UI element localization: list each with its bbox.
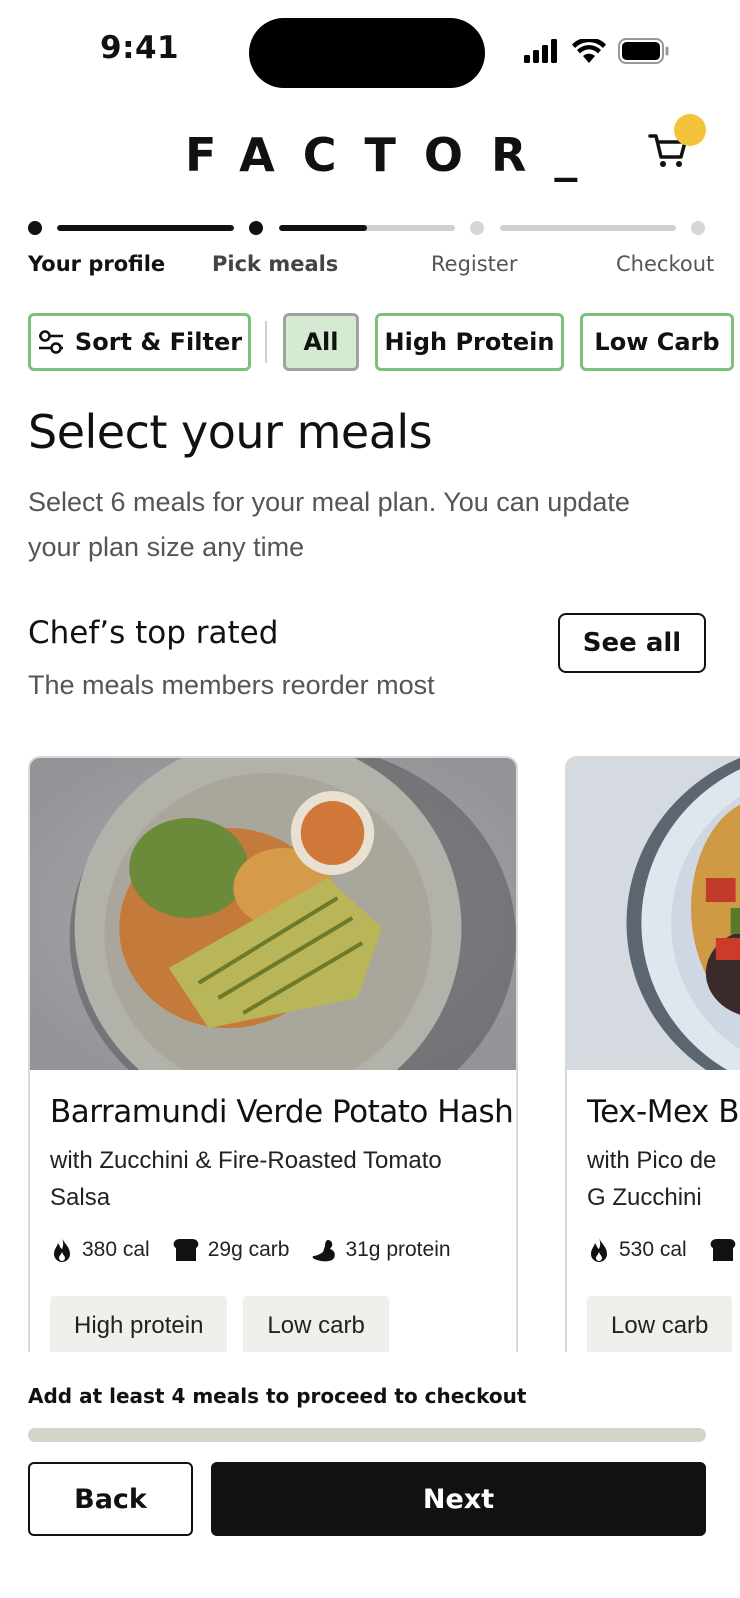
step-bar-profile (57, 225, 234, 231)
cellular-signal-icon (524, 39, 557, 63)
sliders-icon (38, 330, 63, 354)
meal-carbs: 29g carb (207, 1238, 290, 1261)
step-bar-register (500, 225, 676, 231)
battery-icon (618, 38, 669, 64)
step-bar-meals (279, 225, 455, 231)
chip-high-protein[interactable]: High Protein (375, 313, 564, 371)
meal-image (30, 758, 516, 1070)
meal-tags: Low carb (587, 1296, 733, 1352)
meal-selection-progress (28, 1428, 706, 1442)
status-time: 9:41 (100, 30, 180, 66)
step-label-profile[interactable]: Your profile (28, 252, 165, 276)
meal-card[interactable]: Tex-Mex B with Pico de G Zucchini 530 ca… (565, 756, 740, 1352)
step-dot-register (470, 221, 484, 235)
chip-divider (265, 321, 267, 363)
factor-logo: FACTOR_ (185, 128, 606, 182)
step-label-register: Register (431, 252, 518, 276)
meal-nutrition: 530 cal (587, 1236, 740, 1264)
bread-icon (710, 1239, 736, 1261)
sort-filter-button[interactable]: Sort & Filter (28, 313, 251, 371)
flame-icon (591, 1237, 607, 1262)
meal-name: Barramundi Verde Potato Hash (50, 1094, 514, 1130)
tag-low-carb: Low carb (587, 1296, 733, 1352)
checkout-progress: Your profile Pick meals Register Checkou… (0, 212, 740, 292)
bread-icon (173, 1239, 199, 1261)
cart-badge (674, 114, 706, 146)
step-label-meals[interactable]: Pick meals (212, 252, 338, 276)
dynamic-island (249, 18, 485, 88)
status-bar: 9:41 (0, 0, 740, 100)
checkout-requirement-note: Add at least 4 meals to proceed to check… (28, 1384, 527, 1408)
section-subtitle: The meals members reorder most (28, 670, 435, 700)
wifi-icon (572, 39, 606, 63)
chip-all[interactable]: All (283, 313, 359, 371)
tag-high-protein: High protein (50, 1296, 228, 1352)
meal-carousel[interactable]: Barramundi Verde Potato Hash with Zucchi… (0, 756, 740, 1352)
step-dot-profile (28, 221, 42, 235)
step-dot-checkout (691, 221, 705, 235)
see-all-button[interactable]: See all (558, 613, 706, 673)
section-title: Chef’s top rated (28, 615, 279, 651)
flame-icon (54, 1237, 70, 1262)
meal-calories: 530 cal (619, 1238, 687, 1261)
meal-calories: 380 cal (82, 1238, 150, 1261)
back-button[interactable]: Back (28, 1462, 193, 1536)
page-title: Select your meals (28, 405, 433, 459)
next-button[interactable]: Next (211, 1462, 706, 1536)
step-label-checkout: Checkout (616, 252, 715, 276)
meal-description: with Pico de G Zucchini (587, 1147, 717, 1211)
tag-low-carb: Low carb (243, 1296, 389, 1352)
meal-card[interactable]: Barramundi Verde Potato Hash with Zucchi… (28, 756, 518, 1352)
chip-low-carb[interactable]: Low Carb (580, 313, 734, 371)
page-subtitle: Select 6 meals for your meal plan. You c… (28, 487, 630, 562)
status-icons (524, 36, 670, 66)
meal-description: with Zucchini & Fire-Roasted Tomato Sals… (50, 1147, 442, 1211)
meal-protein: 31g protein (345, 1238, 451, 1261)
sort-filter-label: Sort & Filter (74, 328, 243, 356)
step-dot-meals (249, 221, 263, 235)
meal-nutrition: 380 cal 29g carb 31g protein (50, 1236, 473, 1264)
meal-tags: High protein Low carb (50, 1296, 389, 1352)
muscle-icon (313, 1240, 336, 1262)
meal-name: Tex-Mex B (587, 1094, 739, 1130)
filter-chips: Sort & Filter All High Protein Low Carb (28, 313, 740, 373)
app-header: FACTOR_ (0, 100, 740, 200)
meal-image (567, 758, 740, 1070)
